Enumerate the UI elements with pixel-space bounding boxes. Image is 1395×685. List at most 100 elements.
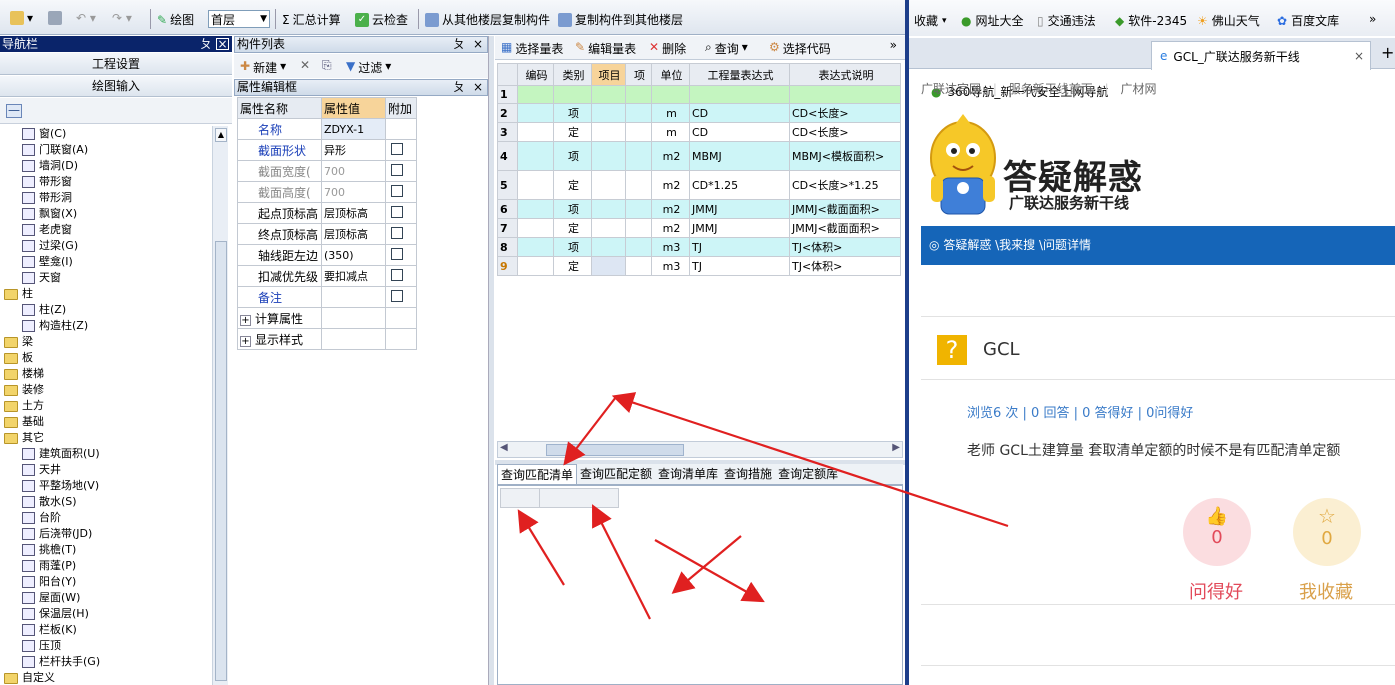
tree-item[interactable]: 保温层(H) [0,606,212,622]
property-row[interactable]: 备注 [237,286,417,308]
property-row[interactable]: 终点顶标高 层顶标高 [237,223,417,245]
property-row[interactable]: 截面形状 异形 [237,139,417,161]
tree-item[interactable]: 门联窗(A) [0,142,212,158]
tree-item[interactable]: 带形洞 [0,190,212,206]
grid-code[interactable] [517,122,554,142]
like-button[interactable]: 👍 0 [1183,498,1251,566]
grid-expression[interactable]: CD*1.25 [689,170,790,200]
scroll-thumb[interactable] [215,241,227,681]
grid-expression[interactable]: CD [689,103,790,123]
tree-folder[interactable]: 板 [0,350,212,366]
grid-row[interactable]: 3 定 m CD CD<长度> [497,122,901,142]
grid-expression[interactable]: JMMJ [689,218,790,238]
grid-unit[interactable] [651,85,690,104]
grid-expression[interactable]: MBMJ [689,141,790,171]
grid-expression-desc[interactable]: CD<长度>*1.25 [789,170,901,200]
grid-code[interactable] [517,141,554,171]
grid-expression-desc[interactable]: CD<长度> [789,122,901,142]
pin-icon[interactable]: ㄆ [200,36,212,52]
grid-code[interactable] [517,218,554,238]
grid-item[interactable] [591,85,626,104]
grid-expression[interactable]: TJ [689,237,790,257]
tree-item[interactable]: 压顶 [0,638,212,654]
extra-checkbox[interactable] [391,142,403,155]
grid-item2[interactable] [625,237,652,257]
expand-icon[interactable]: + [240,335,251,347]
breadcrumb[interactable]: 答疑解惑 \我来搜 \问题详情 [943,238,1091,252]
grid-row[interactable]: 6 项 m2 JMMJ JMMJ<截面面积> [497,199,901,219]
grid-item[interactable] [591,170,626,200]
pin-icon[interactable]: ㄆ [453,37,465,52]
site-link[interactable]: 广材网 [1120,82,1156,96]
grid-row[interactable]: 5 定 m2 CD*1.25 CD<长度>*1.25 [497,170,901,200]
undo-button[interactable]: ↶ ▾ [76,11,96,25]
grid-item2[interactable] [625,141,652,171]
copy-from-floor-button[interactable]: 从其他楼层复制构件 [425,11,550,28]
tree-item[interactable]: 构造柱(Z) [0,318,212,334]
grid-item2[interactable] [625,85,652,104]
grid-category[interactable]: 定 [553,122,592,142]
property-value[interactable]: (350) [321,244,386,266]
pin-icon[interactable]: ㄆ [453,80,465,95]
select-table-button[interactable]: ▦ 选择量表 [501,40,563,57]
grid-expression[interactable] [689,85,790,104]
close-tab-icon[interactable]: × [1354,49,1364,63]
grid-unit[interactable]: m [651,122,690,142]
tree-folder[interactable]: 其它 [0,430,212,446]
tree-item[interactable]: 栏板(K) [0,622,212,638]
tree-item[interactable]: 飘窗(X) [0,206,212,222]
hscroll-thumb[interactable] [546,444,684,456]
property-value[interactable]: 要扣减点 [321,265,386,287]
grid-item[interactable] [591,141,626,171]
property-row[interactable]: 轴线距左边 (350) [237,244,417,266]
new-tab-button[interactable]: + [1373,38,1395,67]
fav-link-weather[interactable]: ☀ 佛山天气 [1197,12,1260,29]
site-link[interactable]: 广联达官网 [921,82,981,96]
tree-item[interactable]: 老虎窗 [0,222,212,238]
grid-category[interactable]: 项 [553,237,592,257]
tree-item[interactable]: 过梁(G) [0,238,212,254]
extra-checkbox[interactable] [391,163,403,176]
tree-item[interactable]: 天井 [0,462,212,478]
grid-category[interactable] [553,85,592,104]
grid-code[interactable] [517,85,554,104]
delete-icon[interactable]: ✕ [300,58,310,72]
more-icon[interactable]: » [890,38,897,52]
grid-item2[interactable] [625,256,652,276]
grid-category[interactable]: 定 [553,170,592,200]
property-row[interactable]: 名称 ZDYX-1 [237,118,417,140]
property-value[interactable]: 层顶标高 [321,223,386,245]
grid-row[interactable]: 7 定 m2 JMMJ JMMJ<截面面积> [497,218,901,238]
extra-checkbox[interactable] [391,289,403,302]
tree-item[interactable]: 挑檐(T) [0,542,212,558]
tree-folder[interactable]: 土方 [0,398,212,414]
redo-button[interactable]: ↷ ▾ [112,11,132,25]
close-icon[interactable]: × [473,80,483,95]
collapse-all-icon[interactable]: — [6,104,22,118]
grid-category[interactable]: 项 [553,103,592,123]
save-button[interactable] [48,11,62,25]
grid-row[interactable]: 1 [497,85,901,104]
tree-item[interactable]: 阳台(Y) [0,574,212,590]
fav-link-baidu[interactable]: ✿ 百度文库 [1277,12,1339,29]
grid-item[interactable] [591,103,626,123]
grid-code[interactable] [517,237,554,257]
grid-expression-desc[interactable]: TJ<体积> [789,256,901,276]
expand-icon[interactable]: + [240,314,251,326]
grid-item[interactable] [591,256,626,276]
property-value[interactable] [321,286,386,308]
scroll-left-icon[interactable]: ◀ [500,442,508,453]
tree-item[interactable]: 台阶 [0,510,212,526]
tree-item[interactable]: 栏杆扶手(G) [0,654,212,670]
property-value[interactable]: 异形 [321,139,386,161]
fav-link-software[interactable]: ◆ 软件-2345 [1115,12,1187,29]
scroll-up-icon[interactable]: ▲ [215,128,227,142]
tree-item[interactable]: 散水(S) [0,494,212,510]
floor-select[interactable]: 首层 ▼ [208,10,270,28]
tab-query-4[interactable]: 查询定额库 [775,464,841,484]
grid-unit[interactable]: m3 [651,237,690,257]
grid-category[interactable]: 项 [553,141,592,171]
tree-scrollbar[interactable]: ▲ [212,126,228,685]
grid-unit[interactable]: m3 [651,256,690,276]
tree-item[interactable]: 雨蓬(P) [0,558,212,574]
